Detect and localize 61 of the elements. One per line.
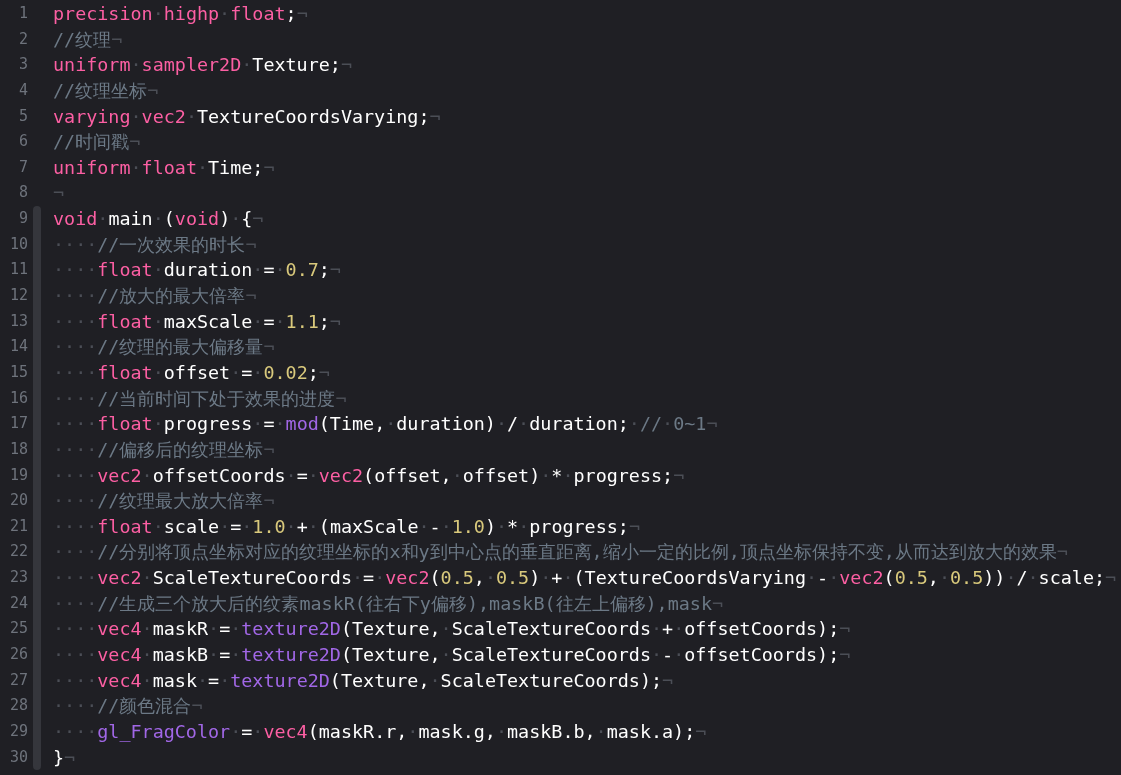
code-line: ····//放大的最大倍率¬ (53, 284, 258, 309)
code-line: varying·vec2·TextureCoordsVarying;¬ (53, 104, 441, 129)
code-line: ····float·offset·=·0.02;¬ (53, 360, 331, 385)
code-line: ····//偏移后的纹理坐标¬ (53, 437, 276, 462)
line-number: 11 (8, 259, 28, 281)
line-number: 10 (8, 233, 28, 255)
code-line: //时间戳¬ (53, 130, 142, 155)
code-line: uniform·float·Time;¬ (53, 155, 276, 180)
code-line: ····//生成三个放大后的纹素maskR(往右下y偏移),maskB(往左上偏移),mask¬ (53, 591, 725, 616)
code-line: ····//纹理最大放大倍率¬ (53, 489, 276, 514)
code-line: ····float·scale·=·1.0·+·(maxScale·-·1.0)·*·progress;¬ (53, 514, 641, 539)
line-number: 21 (8, 515, 28, 537)
code-line: ····vec2·ScaleTextureCoords·=·vec2(0.5,·0.5)·+·(TextureCoordsVarying·-·vec2(0.5,·0.5))·/·scale;¬ (53, 566, 1117, 591)
code-line: }¬ (53, 745, 77, 770)
code-line: ····//分别将顶点坐标对应的纹理坐标的x和y到中心点的垂直距离,缩小一定的比例,顶点坐标保持不变,从而达到放大的效果¬ (53, 540, 1069, 565)
line-number: 1 (17, 3, 28, 24)
code-line: ····float·duration·=·0.7;¬ (53, 258, 342, 283)
line-number: 15 (8, 361, 28, 383)
code-line: ····//当前时间下处于效果的进度¬ (53, 386, 348, 411)
line-number: 24 (8, 592, 28, 614)
code-line: void·main·(void)·{¬ (53, 207, 265, 232)
line-number: 18 (8, 438, 28, 460)
fold-ribbon[interactable] (33, 206, 41, 771)
line-number: 7 (17, 156, 28, 178)
line-number: 23 (8, 567, 28, 589)
line-number: 6 (17, 131, 28, 153)
line-number: 14 (8, 336, 28, 358)
code-line: ····float·progress·=·mod(Time,·duration)·/·duration;·//·0~1¬ (53, 412, 719, 437)
line-number: 5 (17, 105, 28, 127)
line-number: 20 (8, 490, 28, 512)
code-line: ····//一次效果的时长¬ (53, 232, 258, 257)
line-number: 27 (8, 669, 28, 691)
line-number: 12 (8, 285, 28, 307)
code-line: //纹理¬ (53, 27, 124, 52)
code-line: ····//颜色混合¬ (53, 694, 204, 719)
line-number: 28 (8, 695, 28, 717)
line-number: 29 (8, 720, 28, 742)
line-number: 16 (8, 387, 28, 409)
line-number: 3 (17, 54, 28, 76)
code-line: ····vec4·maskB·=·texture2D(Texture,·ScaleTextureCoords·-·offsetCoords);¬ (53, 643, 852, 667)
line-number: 8 (17, 182, 28, 204)
line-number: 30 (8, 746, 28, 768)
line-number: 9 (17, 208, 28, 230)
line-number: 4 (17, 79, 28, 101)
code-line: ····vec4·mask·=·texture2D(Texture,·ScaleTextureCoords);¬ (53, 668, 675, 693)
line-number: 2 (17, 28, 28, 50)
code-line: ····vec4·maskR·=·texture2D(Texture,·ScaleTextureCoords·+·offsetCoords);¬ (53, 617, 852, 642)
code-line: ¬ (53, 181, 66, 206)
code-line: ····gl_FragColor·=·vec4(maskR.r,·mask.g,·maskB.b,·mask.a);¬ (53, 719, 708, 744)
line-number: 17 (8, 413, 28, 435)
line-number: 25 (8, 618, 28, 640)
code-line: ····vec2·offsetCoords·=·vec2(offset,·offset)·*·progress;¬ (53, 463, 686, 488)
line-number: 13 (8, 310, 28, 332)
line-number: 22 (8, 541, 28, 563)
code-line: precision·highp·float;¬ (53, 2, 309, 26)
code-line: ····float·maxScale·=·1.1;¬ (53, 309, 342, 334)
code-line: uniform·sampler2D·Texture;¬ (53, 53, 353, 78)
line-number: 26 (8, 644, 28, 665)
code-line: ····//纹理的最大偏移量¬ (53, 335, 276, 360)
code-line: //纹理坐标¬ (53, 78, 160, 103)
line-number: 19 (8, 464, 28, 486)
